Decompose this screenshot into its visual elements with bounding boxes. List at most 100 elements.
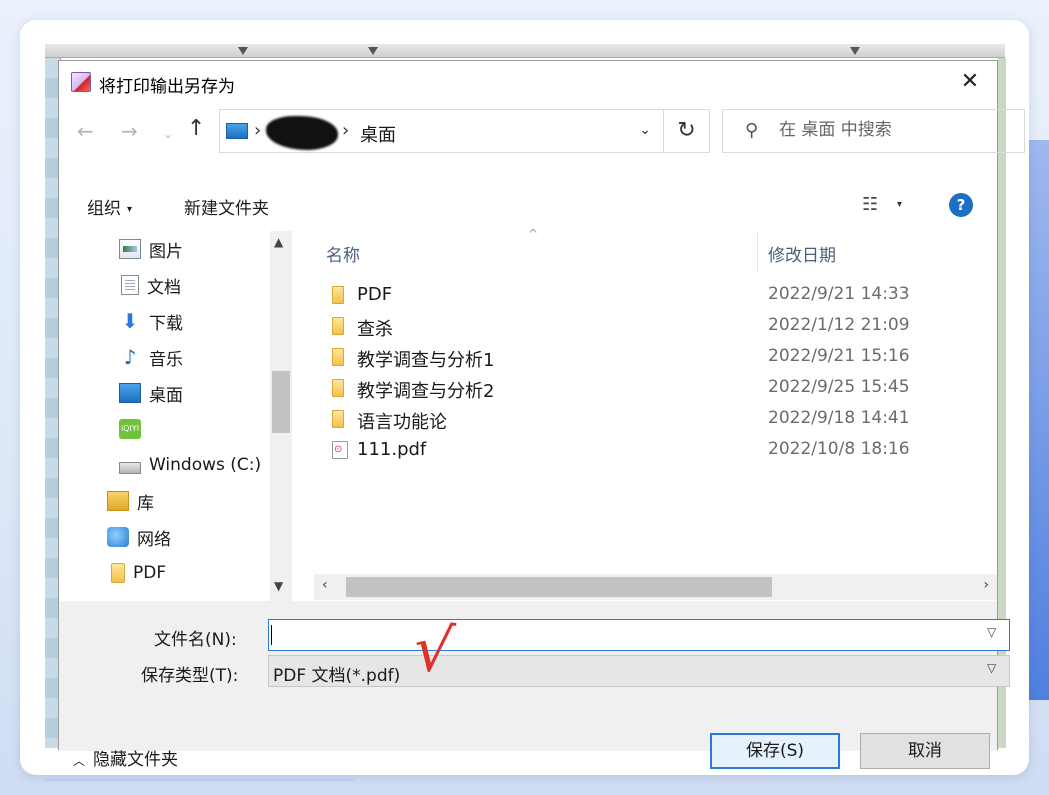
card-decoration-line	[45, 778, 355, 781]
documents-icon	[121, 275, 139, 295]
hide-folders-label: 隐藏文件夹	[93, 750, 179, 770]
navigation-pane: 图片 文档 ⬇ 下载 ♪ 音乐 桌面 iQIYI Windows (C:) 库 …	[59, 231, 294, 601]
new-folder-button[interactable]: 新建文件夹	[184, 194, 269, 219]
address-bar[interactable]: › › 桌面 ⌄	[219, 109, 664, 153]
sidebar-item-downloads[interactable]: ⬇ 下载	[119, 305, 183, 337]
folder-icon	[332, 379, 344, 397]
scroll-right-icon[interactable]: ›	[983, 577, 989, 593]
column-header-name[interactable]: 名称	[326, 241, 360, 266]
file-date: 2022/9/25 15:45	[768, 377, 910, 397]
file-list-horizontal-scrollbar[interactable]: ‹ ›	[314, 574, 997, 600]
sidebar-item-documents[interactable]: 文档	[121, 269, 181, 301]
save-button[interactable]: 保存(S)	[710, 733, 840, 769]
refresh-button[interactable]: ↻	[664, 109, 710, 153]
file-name: 教学调查与分析2	[357, 381, 495, 402]
save-as-dialog: 将打印输出另存为 ✕ ← → ⌄ ↑ › › 桌面 ⌄ ↻ ⚲ 组织 ▾ 新建文件…	[58, 60, 1025, 770]
column-header-date[interactable]: 修改日期	[768, 241, 836, 266]
column-divider[interactable]	[757, 231, 758, 271]
scrollbar-thumb[interactable]	[272, 371, 290, 433]
view-options-caret-icon[interactable]: ▾	[897, 199, 902, 210]
filename-dropdown-icon[interactable]: ▽	[987, 625, 996, 639]
red-checkmark-annotation: √	[410, 611, 458, 688]
breadcrumb-separator-icon[interactable]: ›	[254, 120, 261, 141]
organize-label: 组织	[87, 199, 121, 219]
folder-icon	[332, 317, 344, 335]
screenshot-card: 将打印输出另存为 ✕ ← → ⌄ ↑ › › 桌面 ⌄ ↻ ⚲ 组织 ▾ 新建文件…	[20, 20, 1029, 775]
back-arrow-icon[interactable]: ←	[77, 119, 94, 143]
dialog-titlebar: 将打印输出另存为 ✕	[59, 61, 997, 103]
sidebar-item-pictures[interactable]: 图片	[119, 233, 183, 265]
download-icon: ⬇	[121, 309, 139, 333]
file-row[interactable]: PDF 2022/9/21 14:33	[314, 280, 994, 311]
pictures-icon	[119, 239, 141, 259]
organize-menu-button[interactable]: 组织 ▾	[87, 194, 132, 219]
address-dropdown-icon[interactable]: ⌄	[639, 122, 651, 138]
hide-folders-toggle[interactable]: ︿ 隐藏文件夹	[73, 745, 178, 770]
search-box[interactable]: ⚲	[722, 109, 1025, 153]
file-list: ^ 名称 修改日期 PDF 2022/9/21 14:33 查杀 2022/1/…	[314, 227, 997, 601]
sort-ascending-icon: ^	[528, 227, 539, 241]
breadcrumb-current[interactable]: 桌面	[360, 121, 396, 147]
file-row[interactable]: 查杀 2022/1/12 21:09	[314, 311, 994, 342]
dialog-title: 将打印输出另存为	[99, 77, 235, 97]
file-name: 111.pdf	[357, 439, 427, 460]
sidebar-item-pdf[interactable]: PDF	[111, 557, 166, 589]
scroll-left-icon[interactable]: ‹	[322, 577, 328, 593]
filetype-label: 保存类型(T):	[141, 666, 239, 686]
chevron-up-icon: ︿	[73, 754, 86, 768]
file-row[interactable]: 教学调查与分析1 2022/9/21 15:16	[314, 342, 994, 373]
file-row[interactable]: 语言功能论 2022/9/18 14:41	[314, 404, 994, 435]
file-name: 查杀	[357, 319, 393, 340]
file-date: 2022/9/21 15:16	[768, 346, 910, 366]
sidebar-item-label: 网络	[137, 529, 171, 550]
sidebar-item-network[interactable]: 网络	[107, 521, 171, 553]
sidebar-item-label: 下载	[149, 313, 183, 334]
redacted-breadcrumb	[266, 116, 338, 150]
sidebar-item-desktop[interactable]: 桌面	[119, 377, 183, 409]
file-name: PDF	[357, 284, 393, 305]
sidebar-item-label: 桌面	[149, 385, 183, 406]
filetype-dropdown-icon[interactable]: ▽	[987, 661, 996, 675]
view-options-icon[interactable]: ☷	[862, 194, 878, 215]
folder-icon	[332, 410, 344, 428]
filename-field[interactable]	[268, 619, 1010, 651]
sidebar-item-label: 库	[137, 493, 154, 514]
file-date: 2022/1/12 21:09	[768, 315, 910, 335]
file-row[interactable]: 111.pdf 2022/10/8 18:16	[314, 435, 994, 466]
scrollbar-thumb[interactable]	[346, 577, 772, 597]
search-icon: ⚲	[745, 120, 759, 141]
sidebar-item-library[interactable]: 库	[107, 485, 154, 517]
search-input[interactable]	[779, 120, 1009, 140]
file-row[interactable]: 教学调查与分析2 2022/9/25 15:45	[314, 373, 994, 404]
pdf-file-icon	[332, 441, 348, 459]
sidebar-item-label: PDF	[133, 563, 167, 583]
sidebar-item-label: 音乐	[149, 349, 183, 370]
folder-icon	[111, 563, 125, 583]
scroll-up-icon[interactable]: ▲	[274, 235, 283, 249]
scroll-down-icon[interactable]: ▼	[274, 579, 283, 593]
file-name: 教学调查与分析1	[357, 350, 495, 371]
filetype-select[interactable]: PDF 文档(*.pdf)	[268, 655, 1010, 687]
file-name: 语言功能论	[357, 412, 447, 433]
file-date: 2022/9/21 14:33	[768, 284, 910, 304]
navigation-scrollbar[interactable]: ▲ ▼	[270, 231, 292, 601]
breadcrumb-separator-icon[interactable]: ›	[342, 120, 349, 141]
sidebar-item-label: 文档	[147, 277, 181, 298]
recent-locations-chevron-icon[interactable]: ⌄	[163, 127, 173, 141]
close-button[interactable]: ✕	[955, 67, 985, 97]
cancel-button[interactable]: 取消	[860, 733, 990, 769]
save-form: 文件名(N): ▽ 保存类型(T): PDF 文档(*.pdf) ▽ √ ︿ 隐藏…	[59, 601, 1010, 770]
sidebar-item-iqiyi[interactable]: iQIYI	[119, 413, 149, 445]
sidebar-item-label: 图片	[149, 241, 183, 262]
music-icon: ♪	[123, 345, 137, 369]
help-icon[interactable]: ?	[949, 193, 973, 217]
text-cursor	[271, 625, 272, 645]
drive-icon	[119, 462, 141, 474]
forward-arrow-icon[interactable]: →	[121, 119, 138, 143]
network-icon	[107, 527, 129, 547]
up-arrow-icon[interactable]: ↑	[187, 116, 205, 141]
background-app-toolbar	[45, 44, 1005, 58]
sidebar-item-windows-c[interactable]: Windows (C:)	[119, 449, 261, 481]
file-date: 2022/10/8 18:16	[768, 439, 910, 459]
sidebar-item-music[interactable]: ♪ 音乐	[119, 341, 183, 373]
